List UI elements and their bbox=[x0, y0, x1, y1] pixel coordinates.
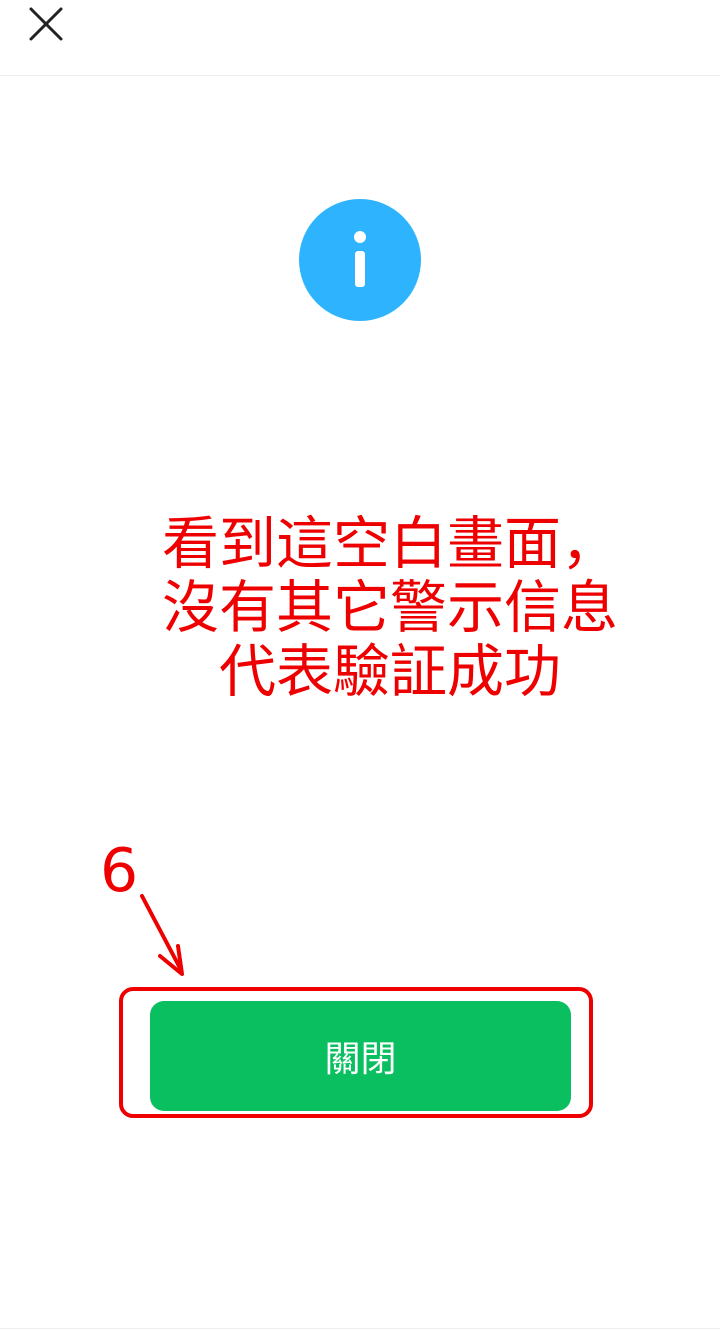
bottom-divider bbox=[0, 1328, 720, 1329]
annotation-line-1: 看到這空白畫面， bbox=[162, 511, 618, 577]
top-bar bbox=[0, 0, 720, 76]
annotation-line-2: 沒有其它警示信息 bbox=[162, 575, 618, 641]
info-icon bbox=[299, 199, 421, 321]
annotation-line-3: 代表驗証成功 bbox=[219, 639, 561, 705]
step-number: 6 bbox=[100, 836, 139, 906]
close-button-x[interactable] bbox=[20, 0, 72, 48]
close-icon bbox=[29, 7, 63, 41]
arrow-icon bbox=[140, 894, 184, 976]
annotation-text: 看到這空白畫面， 沒有其它警示信息 代表驗証成功 bbox=[90, 512, 690, 704]
close-button[interactable]: 關閉 bbox=[150, 1001, 571, 1111]
